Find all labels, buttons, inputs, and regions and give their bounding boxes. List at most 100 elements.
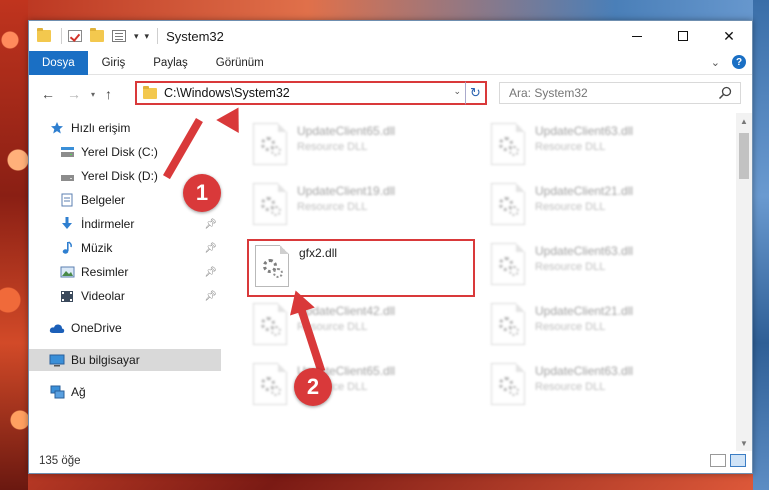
file-item[interactable]: UpdateClient63.dll Resource DLL bbox=[485, 359, 711, 411]
sidebar-item-label: Yerel Disk (D:) bbox=[81, 169, 158, 183]
close-button[interactable]: ✕ bbox=[706, 21, 752, 51]
sidebar-item-music[interactable]: Müzik 📌︎ bbox=[29, 237, 221, 259]
view-options-icon[interactable] bbox=[112, 30, 126, 42]
ribbon-tabs: Dosya Giriş Paylaş Görünüm ⌄ ? bbox=[29, 50, 752, 75]
details-view-icon[interactable] bbox=[710, 454, 726, 467]
file-item[interactable]: UpdateClient63.dll Resource DLL bbox=[485, 119, 711, 171]
folder-icon[interactable] bbox=[37, 28, 51, 42]
sidebar-item-videos[interactable]: Videolar 📌︎ bbox=[29, 285, 221, 307]
item-count: 135 öğe bbox=[39, 455, 81, 467]
file-type: Resource DLL bbox=[535, 141, 606, 153]
sidebar-item-label: Belgeler bbox=[81, 193, 126, 207]
file-type: Resource DLL bbox=[535, 321, 606, 333]
file-item[interactable]: UpdateClient19.dll Resource DLL bbox=[247, 179, 473, 231]
file-name: UpdateClient63.dll bbox=[535, 364, 634, 378]
file-item[interactable]: UpdateClient21.dll Resource DLL bbox=[485, 299, 711, 351]
file-item[interactable]: UpdateClient21.dll Resource DLL bbox=[485, 179, 711, 231]
pin-icon[interactable]: 📌︎ bbox=[204, 219, 217, 230]
window-title: System32 bbox=[166, 28, 224, 44]
arrow-left-icon[interactable]: ← bbox=[41, 86, 55, 102]
file-name: UpdateClient19.dll bbox=[297, 184, 396, 198]
sidebar-item-onedrive[interactable]: OneDrive bbox=[29, 317, 221, 339]
sidebar-item-label: Müzik bbox=[81, 241, 113, 255]
highlighted-file-gfx2[interactable]: gfx2.dll bbox=[247, 239, 475, 297]
computer-icon bbox=[49, 353, 65, 367]
pin-icon[interactable]: 📌︎ bbox=[204, 291, 217, 302]
document-icon bbox=[59, 193, 75, 207]
address-bar[interactable]: C:\Windows\System32 ⌄ ↻ bbox=[135, 81, 487, 105]
music-icon bbox=[59, 241, 75, 255]
sidebar-item-label: OneDrive bbox=[71, 321, 122, 335]
customize-toolbar-icon[interactable]: ▾ bbox=[145, 31, 150, 42]
file-item[interactable]: gfx2.dll bbox=[249, 241, 475, 293]
pictures-icon bbox=[59, 265, 75, 279]
tab-share[interactable]: Paylaş bbox=[139, 51, 202, 75]
recent-locations-chevron-icon[interactable]: ▾ bbox=[91, 90, 95, 99]
refresh-button[interactable]: ↻ bbox=[465, 81, 487, 105]
dll-file-icon bbox=[491, 183, 525, 225]
minimize-icon bbox=[632, 35, 642, 37]
file-name: gfx2.dll bbox=[299, 246, 338, 260]
address-path[interactable]: C:\Windows\System32 bbox=[164, 86, 290, 100]
file-item[interactable]: UpdateClient65.dll Resource DLL bbox=[247, 359, 473, 411]
search-icon[interactable] bbox=[718, 86, 732, 100]
window-controls: ✕ bbox=[614, 21, 752, 51]
search-input[interactable]: Ara: System32 bbox=[499, 82, 741, 104]
drive-icon bbox=[59, 169, 75, 183]
expand-ribbon-chevron-icon[interactable]: ⌄ bbox=[711, 56, 720, 69]
sidebar-item-label: Videolar bbox=[81, 289, 125, 303]
dll-file-icon bbox=[255, 245, 289, 287]
sidebar-item-label: Ağ bbox=[71, 385, 86, 399]
file-item[interactable]: UpdateClient42.dll Resource DLL bbox=[247, 299, 473, 351]
arrow-right-icon[interactable]: → bbox=[67, 86, 81, 102]
maximize-button[interactable] bbox=[660, 21, 706, 51]
tab-file[interactable]: Dosya bbox=[29, 50, 88, 75]
file-type: Resource DLL bbox=[535, 381, 606, 393]
chevron-down-icon[interactable]: ▾ bbox=[134, 31, 139, 42]
minimize-button[interactable] bbox=[614, 21, 660, 51]
step-1-badge: 1 bbox=[183, 174, 221, 212]
file-name: UpdateClient63.dll bbox=[535, 244, 634, 258]
file-name: UpdateClient21.dll bbox=[535, 184, 634, 198]
sidebar-item-pictures[interactable]: Resimler 📌︎ bbox=[29, 261, 221, 283]
sidebar-item-downloads[interactable]: İndirmeler 📌︎ bbox=[29, 213, 221, 235]
sidebar-item-network[interactable]: Ağ bbox=[29, 381, 221, 403]
close-icon: ✕ bbox=[723, 27, 735, 44]
properties-check-icon[interactable] bbox=[68, 30, 82, 42]
file-type: Resource DLL bbox=[297, 201, 368, 213]
dll-file-icon bbox=[491, 303, 525, 345]
vertical-scrollbar[interactable]: ▲ ▼ bbox=[736, 113, 752, 451]
sidebar-item-this-pc[interactable]: Bu bilgisayar bbox=[29, 349, 221, 371]
help-button[interactable]: ? bbox=[732, 55, 746, 69]
file-item[interactable]: UpdateClient65.dll Resource DLL bbox=[247, 119, 473, 171]
quick-access-toolbar: ▾ ▾ System32 bbox=[29, 21, 224, 51]
sidebar-item-label: Bu bilgisayar bbox=[71, 353, 140, 367]
sidebar-item-local-disk-c[interactable]: Yerel Disk (C:) bbox=[29, 141, 221, 163]
file-name: UpdateClient65.dll bbox=[297, 124, 396, 138]
ribbon-right-controls: ⌄ ? bbox=[711, 55, 746, 69]
pin-icon[interactable]: 📌︎ bbox=[204, 267, 217, 278]
tiles-view-icon[interactable] bbox=[730, 454, 746, 467]
pin-icon[interactable]: 📌︎ bbox=[204, 243, 217, 254]
navigation-pane: Hızlı erişim Yerel Disk (C:) Yerel Disk … bbox=[29, 117, 221, 435]
dll-file-icon bbox=[491, 123, 525, 165]
search-placeholder: Ara: System32 bbox=[509, 86, 588, 100]
address-history-chevron-icon[interactable]: ⌄ bbox=[453, 86, 461, 97]
video-icon bbox=[59, 289, 75, 303]
file-item[interactable]: UpdateClient63.dll Resource DLL bbox=[485, 239, 711, 291]
scrollbar-thumb[interactable] bbox=[739, 133, 749, 179]
toolbar-divider bbox=[157, 28, 159, 44]
scroll-up-icon[interactable]: ▲ bbox=[736, 113, 752, 129]
desktop-background-right bbox=[753, 0, 769, 490]
status-bar: 135 öğe bbox=[29, 449, 752, 473]
star-icon bbox=[49, 121, 65, 135]
drive-icon bbox=[59, 145, 75, 159]
tab-view[interactable]: Görünüm bbox=[202, 51, 278, 75]
download-icon bbox=[59, 217, 75, 231]
new-folder-icon[interactable] bbox=[90, 28, 104, 42]
desktop-background-top bbox=[0, 0, 769, 20]
maximize-icon bbox=[678, 31, 688, 41]
arrow-up-icon[interactable]: ↑ bbox=[105, 86, 112, 102]
tab-home[interactable]: Giriş bbox=[88, 51, 140, 75]
sidebar-item-label: Resimler bbox=[81, 265, 129, 279]
